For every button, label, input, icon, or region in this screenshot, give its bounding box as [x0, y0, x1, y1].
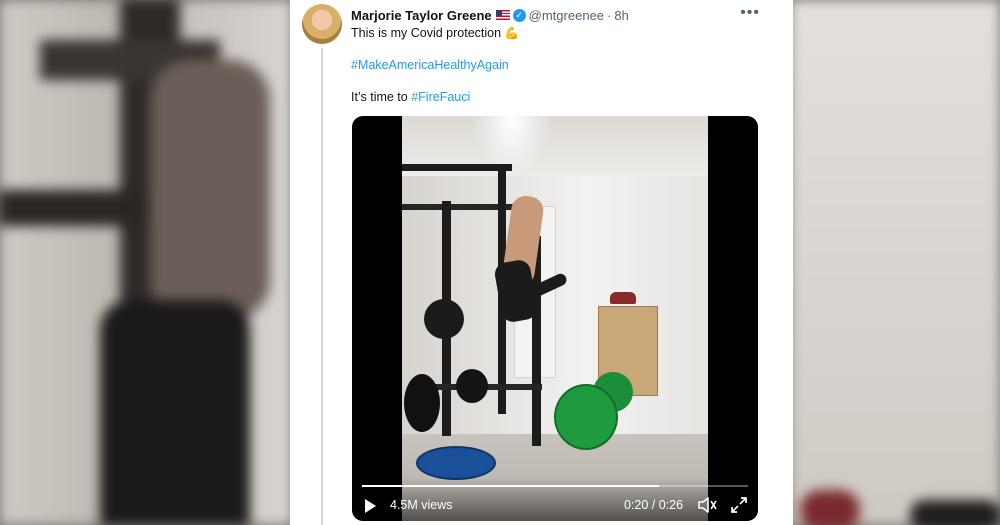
author-handle[interactable]: @mtgreenee — [529, 8, 604, 23]
more-options-icon[interactable]: ••• — [740, 4, 760, 22]
tweet-text-line-2: #MakeAmericaHealthyAgain — [351, 58, 509, 72]
video-progress-bar[interactable] — [362, 485, 748, 487]
tweet-card: Marjorie Taylor Greene ✓ @mtgreenee · 8h… — [290, 0, 793, 525]
avatar[interactable] — [302, 4, 342, 44]
view-count: 4.5M views — [390, 498, 453, 512]
video-player[interactable]: 4.5M views 0:20 / 0:26 — [352, 116, 758, 521]
tweet-text: This is my Covid protection — [351, 26, 502, 40]
video-frame — [402, 116, 708, 521]
thread-line — [321, 48, 323, 525]
tweet-text-line-1: This is my Covid protection 💪 — [351, 26, 519, 40]
video-controls: 4.5M views 0:20 / 0:26 — [352, 477, 758, 521]
blurred-left-photo — [0, 0, 292, 525]
blurred-right-photo — [790, 0, 1000, 525]
play-icon[interactable] — [365, 499, 376, 513]
separator-dot: · — [607, 7, 612, 23]
author-name[interactable]: Marjorie Taylor Greene — [351, 8, 492, 23]
tweet-text-line-3: It’s time to #FireFauci — [351, 90, 470, 104]
tweet-header: Marjorie Taylor Greene ✓ @mtgreenee · 8h — [351, 6, 629, 24]
fullscreen-icon[interactable] — [730, 496, 748, 514]
video-timecode: 0:20 / 0:26 — [624, 498, 684, 512]
flexed-biceps-icon: 💪 — [504, 26, 520, 40]
timestamp[interactable]: 8h — [614, 8, 628, 23]
verified-badge-icon: ✓ — [512, 8, 526, 22]
hashtag-link[interactable]: #FireFauci — [411, 90, 470, 104]
volume-icon[interactable] — [697, 496, 717, 514]
us-flag-icon — [495, 10, 510, 20]
tweet-text: It’s time to — [351, 90, 408, 104]
video-progress-fill — [362, 485, 660, 487]
hashtag-link[interactable]: #MakeAmericaHealthyAgain — [351, 58, 509, 72]
